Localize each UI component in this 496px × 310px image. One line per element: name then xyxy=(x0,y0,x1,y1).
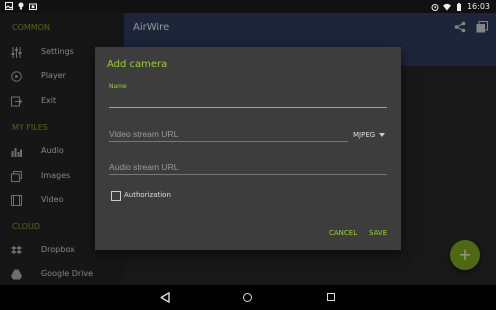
save-button[interactable]: SAVE xyxy=(369,229,387,237)
dropdown-caret-icon[interactable] xyxy=(379,133,385,137)
bulb-notification-icon xyxy=(18,2,24,10)
add-camera-dialog: Add camera Name MJPEG Authorization CANC… xyxy=(95,47,401,250)
name-input[interactable] xyxy=(109,93,387,108)
clock: 16:03 xyxy=(466,2,490,11)
audio-url-input[interactable] xyxy=(109,160,387,175)
status-bar: 16:03 xyxy=(0,0,496,13)
format-dropdown[interactable]: MJPEG xyxy=(353,131,375,139)
recents-icon[interactable] xyxy=(327,293,335,301)
back-icon[interactable] xyxy=(160,292,170,303)
cancel-button[interactable]: CANCEL xyxy=(329,229,357,237)
name-label: Name xyxy=(109,83,127,90)
battery-icon xyxy=(456,2,461,11)
alarm-icon xyxy=(431,3,439,11)
authorization-label: Authorization xyxy=(124,191,171,199)
authorization-checkbox[interactable] xyxy=(111,191,121,201)
video-url-input[interactable] xyxy=(109,127,348,142)
home-icon[interactable] xyxy=(243,293,252,302)
image-notification-icon xyxy=(5,2,13,10)
dialog-title: Add camera xyxy=(107,59,168,70)
wifi-icon xyxy=(442,3,451,10)
camera-notification-icon xyxy=(29,3,37,10)
system-nav-bar xyxy=(0,285,496,310)
